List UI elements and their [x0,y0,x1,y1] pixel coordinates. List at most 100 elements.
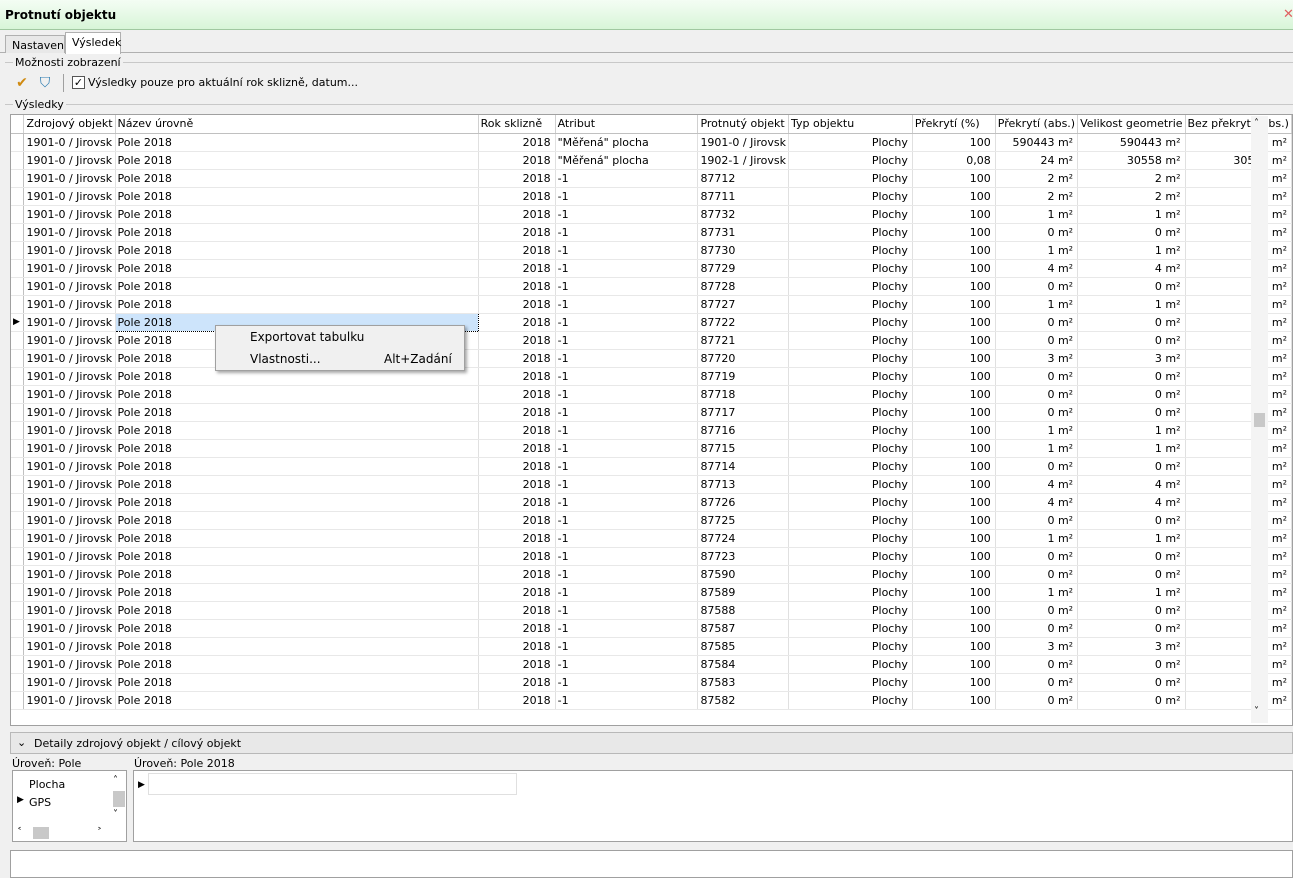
table-row[interactable]: 1901-0 / Jirovsk Pole 2018 2018 -1 87727 Ploc… [11,295,1292,314]
table-row[interactable]: 1901-0 / Jirovsk Pole 2018 2018 -1 87590 Ploc… [11,565,1292,584]
table-cell[interactable]: Plochy [788,691,913,710]
table-cell[interactable]: 0 m² [1077,655,1186,674]
row-indicator[interactable] [11,619,25,638]
table-cell[interactable]: 87711 [697,187,790,206]
table-cell[interactable]: Pole 2018 [115,493,479,512]
table-cell[interactable]: 1901-0 / Jirovsk [697,133,790,152]
table-row[interactable]: 1901-0 / Jirovsk Pole 2018 2018 -1 87588 Ploc… [11,601,1292,620]
table-cell[interactable]: 0 m² [1077,403,1186,422]
table-cell[interactable]: 0 m² [1077,367,1186,386]
table-cell[interactable]: -1 [555,205,699,224]
table-cell[interactable]: 0 m² [995,403,1079,422]
table-cell[interactable]: 87588 [697,601,790,620]
table-cell[interactable]: 87730 [697,241,790,260]
table-cell[interactable]: 0 m² [995,655,1079,674]
table-cell[interactable]: -1 [555,313,699,332]
scroll-thumb[interactable] [1254,413,1265,427]
table-cell[interactable]: 0 m² [1185,583,1292,602]
table-cell[interactable]: 0 m² [995,565,1079,584]
table-cell[interactable]: 87585 [697,637,790,656]
table-row[interactable]: 1901-0 / Jirovsk Pole 2018 2018 -1 87718 Ploc… [11,385,1292,404]
table-cell[interactable]: 0 m² [1077,673,1186,692]
table-cell[interactable]: 0 m² [1185,691,1292,710]
table-cell[interactable]: Plochy [788,367,913,386]
check-all-icon[interactable]: ✔ [13,74,31,92]
table-cell[interactable]: Plochy [788,529,913,548]
table-cell[interactable]: 2018 [478,655,556,674]
table-cell[interactable]: 0 m² [1185,421,1292,440]
table-cell[interactable]: Pole 2018 [115,655,479,674]
table-cell[interactable]: Pole 2018 [115,547,479,566]
row-indicator[interactable] [11,331,25,350]
row-indicator[interactable] [11,277,25,296]
table-cell[interactable]: 2018 [478,223,556,242]
table-cell[interactable]: 2018 [478,385,556,404]
table-cell[interactable]: 1 m² [995,439,1079,458]
table-cell[interactable]: 2018 [478,187,556,206]
table-cell[interactable]: 1901-0 / Jirovsk [23,511,116,530]
table-cell[interactable]: Plochy [788,313,913,332]
close-icon[interactable]: ✕ [1283,7,1293,22]
table-cell[interactable]: 1 m² [1077,421,1186,440]
table-cell[interactable]: 2018 [478,439,556,458]
row-indicator[interactable] [11,439,25,458]
row-indicator[interactable] [11,223,25,242]
table-cell[interactable]: 100 [912,565,996,584]
table-cell[interactable]: 1901-0 / Jirovsk [23,547,116,566]
table-cell[interactable]: 590443 m² [1077,133,1186,152]
table-cell[interactable]: 1901-0 / Jirovsk [23,259,116,278]
column-header[interactable]: Atribut [555,115,699,134]
table-row[interactable]: 1901-0 / Jirovsk Pole 2018 2018 -1 87731 Ploc… [11,223,1292,242]
table-cell[interactable]: 1901-0 / Jirovsk [23,277,116,296]
table-cell[interactable]: 2018 [478,133,556,152]
table-cell[interactable]: 87712 [697,169,790,188]
table-cell[interactable]: 0 m² [995,367,1079,386]
table-cell[interactable]: 100 [912,691,996,710]
table-cell[interactable]: -1 [555,421,699,440]
table-cell[interactable]: Plochy [788,205,913,224]
table-cell[interactable]: 0 m² [1185,367,1292,386]
table-cell[interactable]: 2 m² [995,169,1079,188]
table-cell[interactable]: -1 [555,169,699,188]
row-indicator[interactable] [11,169,25,188]
table-cell[interactable]: 0 m² [1185,457,1292,476]
table-cell[interactable]: Plochy [788,673,913,692]
table-cell[interactable]: 2018 [478,637,556,656]
table-cell[interactable]: 0,08 [912,151,996,170]
table-cell[interactable]: 1901-0 / Jirovsk [23,367,116,386]
table-cell[interactable]: Pole 2018 [115,403,479,422]
table-cell[interactable]: Plochy [788,295,913,314]
table-cell[interactable]: Plochy [788,511,913,530]
table-cell[interactable]: 1901-0 / Jirovsk [23,349,116,368]
table-cell[interactable]: 100 [912,295,996,314]
table-cell[interactable]: Pole 2018 [115,673,479,692]
table-cell[interactable]: Pole 2018 [115,619,479,638]
table-cell[interactable]: 1901-0 / Jirovsk [23,241,116,260]
column-header[interactable]: Typ objektu [788,115,913,134]
table-cell[interactable]: 87726 [697,493,790,512]
table-cell[interactable]: Plochy [788,349,913,368]
table-cell[interactable]: 0 m² [1077,223,1186,242]
table-cell[interactable]: -1 [555,475,699,494]
table-cell[interactable]: 100 [912,601,996,620]
table-cell[interactable]: Plochy [788,169,913,188]
table-cell[interactable]: Pole 2018 [115,511,479,530]
collapse-icon[interactable]: ⌄ [17,736,26,749]
h-scroll-thumb[interactable] [33,827,49,839]
table-cell[interactable]: Plochy [788,457,913,476]
source-attributes-list[interactable]: ▶ Plocha GPS ˄ ˅ ˂ ˃ [12,770,127,842]
row-indicator[interactable] [11,205,25,224]
table-cell[interactable]: 1901-0 / Jirovsk [23,475,116,494]
table-cell[interactable]: 0 m² [1077,619,1186,638]
table-cell[interactable]: Plochy [788,331,913,350]
table-cell[interactable]: 1901-0 / Jirovsk [23,205,116,224]
table-cell[interactable]: 0 m² [1077,691,1186,710]
table-row[interactable]: 1901-0 / Jirovsk Pole 2018 2018 -1 87732 Ploc… [11,205,1292,224]
table-cell[interactable]: 100 [912,547,996,566]
table-cell[interactable]: -1 [555,367,699,386]
table-cell[interactable]: 0 m² [995,313,1079,332]
menu-item-export[interactable]: Exportovat tabulku [250,327,364,347]
table-cell[interactable]: 100 [912,169,996,188]
table-cell[interactable]: 0 m² [1185,313,1292,332]
table-cell[interactable]: Plochy [788,601,913,620]
